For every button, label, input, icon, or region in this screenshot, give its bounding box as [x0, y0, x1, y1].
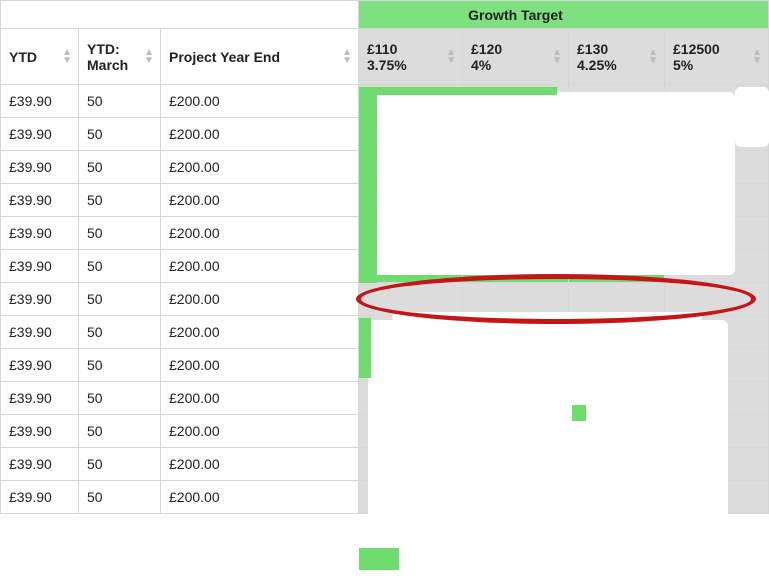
col-amount: £110: [367, 41, 454, 57]
cell-project-year-end: £200.00: [161, 118, 359, 151]
sort-icon[interactable]: ▲▼: [446, 49, 456, 65]
cell-ytd-march: 50: [79, 415, 161, 448]
column-header-row: YTD ▲▼ YTD: March ▲▼ Project Year End ▲▼…: [1, 29, 769, 85]
cell-project-year-end: £200.00: [161, 283, 359, 316]
cell-project-year-end: £200.00: [161, 217, 359, 250]
cell-growth-120: [463, 283, 569, 316]
cell-project-year-end: £200.00: [161, 349, 359, 382]
annotation-green-stripe: [359, 548, 399, 570]
growth-target-header: [569, 1, 665, 29]
cell-project-year-end: £200.00: [161, 250, 359, 283]
col-ytd[interactable]: YTD ▲▼: [1, 29, 79, 85]
cell-ytd-march: 50: [79, 283, 161, 316]
col-pct: 5%: [673, 57, 760, 73]
annotation-whiteout: [370, 92, 735, 275]
cell-project-year-end: £200.00: [161, 151, 359, 184]
cell-project-year-end: £200.00: [161, 316, 359, 349]
cell-ytd: £39.90: [1, 118, 79, 151]
super-header-empty: [161, 1, 359, 29]
cell-ytd-march: 50: [79, 217, 161, 250]
cell-ytd: £39.90: [1, 85, 79, 118]
cell-project-year-end: £200.00: [161, 448, 359, 481]
cell-ytd: £39.90: [1, 481, 79, 514]
col-pct: 3.75%: [367, 57, 454, 73]
cell-ytd: £39.90: [1, 217, 79, 250]
cell-ytd: £39.90: [1, 184, 79, 217]
growth-target-header: Growth Target: [463, 1, 569, 29]
super-header-empty: [79, 1, 161, 29]
cell-ytd: £39.90: [1, 250, 79, 283]
super-header-row: Growth Target: [1, 1, 769, 29]
col-growth-12500[interactable]: £12500 5% ▲▼: [665, 29, 769, 85]
cell-project-year-end: £200.00: [161, 85, 359, 118]
col-growth-110[interactable]: £110 3.75% ▲▼: [359, 29, 463, 85]
annotation-green-stripe: [572, 405, 586, 421]
col-label: Project Year End: [169, 49, 280, 65]
annotation-green-stripe: [359, 318, 371, 378]
col-label: YTD: [9, 49, 37, 65]
cell-ytd: £39.90: [1, 151, 79, 184]
annotation-green-stripe: [377, 87, 557, 95]
annotation-whiteout: [735, 87, 769, 147]
cell-ytd-march: 50: [79, 151, 161, 184]
cell-project-year-end: £200.00: [161, 382, 359, 415]
cell-ytd-march: 50: [79, 250, 161, 283]
annotation-whiteout: [392, 312, 702, 322]
sort-icon[interactable]: ▲▼: [648, 49, 658, 65]
cell-ytd: £39.90: [1, 283, 79, 316]
sort-icon[interactable]: ▲▼: [552, 49, 562, 65]
cell-ytd: £39.90: [1, 316, 79, 349]
cell-growth-110: [359, 283, 463, 316]
cell-ytd-march: 50: [79, 316, 161, 349]
col-growth-130[interactable]: £130 4.25% ▲▼: [569, 29, 665, 85]
cell-ytd: £39.90: [1, 415, 79, 448]
col-label: YTD: March: [87, 41, 128, 73]
annotation-whiteout: [368, 320, 728, 570]
cell-ytd-march: 50: [79, 118, 161, 151]
cell-project-year-end: £200.00: [161, 415, 359, 448]
col-pct: 4.25%: [577, 57, 656, 73]
col-ytd-march[interactable]: YTD: March ▲▼: [79, 29, 161, 85]
growth-target-header: [359, 1, 463, 29]
col-project-year-end[interactable]: Project Year End ▲▼: [161, 29, 359, 85]
sort-icon[interactable]: ▲▼: [62, 49, 72, 65]
sort-icon[interactable]: ▲▼: [752, 49, 762, 65]
super-header-empty: [1, 1, 79, 29]
cell-ytd: £39.90: [1, 382, 79, 415]
cell-ytd-march: 50: [79, 349, 161, 382]
cell-ytd-march: 50: [79, 448, 161, 481]
cell-ytd: £39.90: [1, 349, 79, 382]
growth-target-header: [665, 1, 769, 29]
cell-growth-130: [569, 283, 665, 316]
col-amount: £120: [471, 41, 560, 57]
cell-project-year-end: £200.00: [161, 481, 359, 514]
col-pct: 4%: [471, 57, 560, 73]
annotation-green-stripe: [359, 87, 377, 283]
sort-icon[interactable]: ▲▼: [144, 49, 154, 65]
col-amount: £130: [577, 41, 656, 57]
cell-ytd-march: 50: [79, 382, 161, 415]
growth-target-label: Growth Target: [468, 7, 563, 23]
cell-ytd-march: 50: [79, 184, 161, 217]
cell-ytd: £39.90: [1, 448, 79, 481]
cell-ytd-march: 50: [79, 85, 161, 118]
col-amount: £12500: [673, 41, 760, 57]
cell-growth-12500: [665, 283, 769, 316]
sort-icon[interactable]: ▲▼: [342, 49, 352, 65]
cell-ytd-march: 50: [79, 481, 161, 514]
cell-project-year-end: £200.00: [161, 184, 359, 217]
col-growth-120[interactable]: £120 4% ▲▼: [463, 29, 569, 85]
table-row: £39.9050£200.00: [1, 283, 769, 316]
